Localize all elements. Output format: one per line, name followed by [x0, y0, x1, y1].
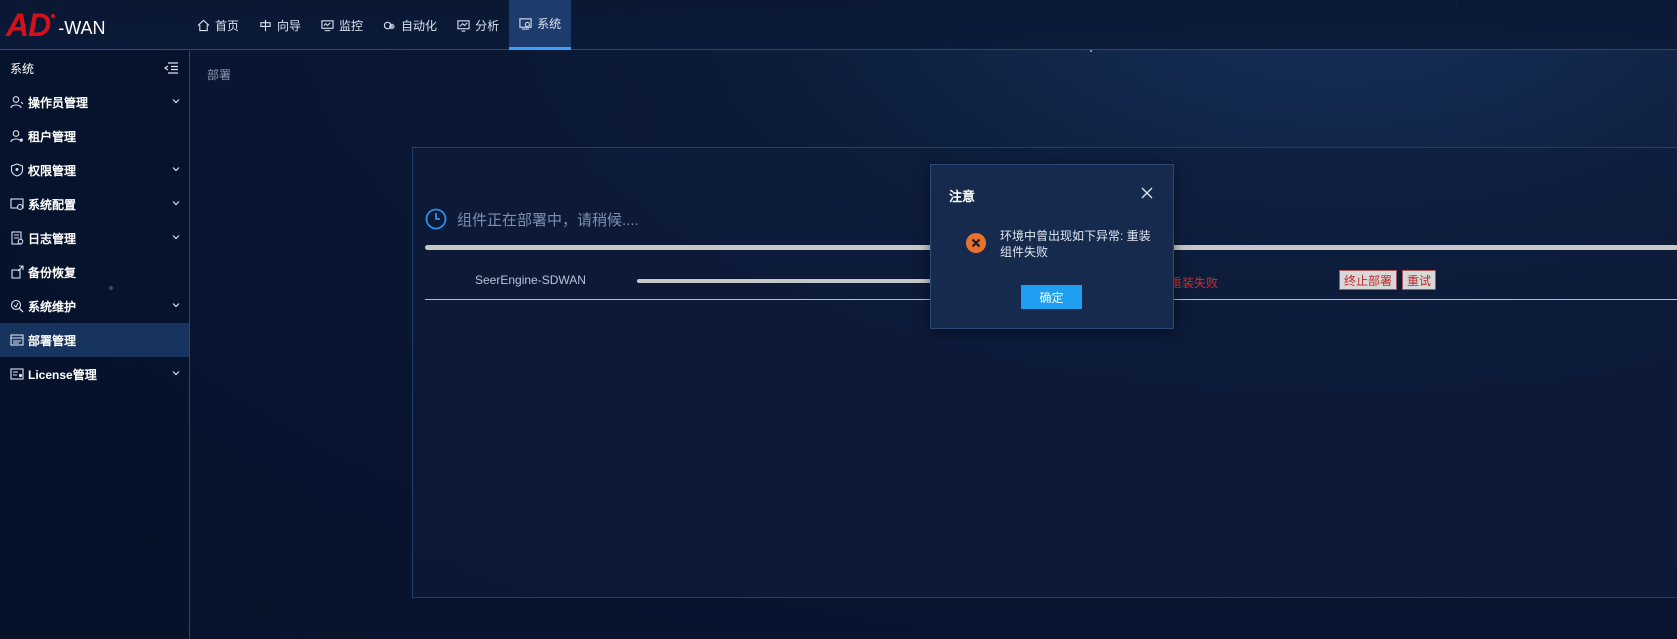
chevron-down-icon — [171, 368, 181, 378]
component-name: SeerEngine-SDWAN — [475, 273, 586, 287]
sidebar-item-log[interactable]: 日志管理 — [0, 221, 189, 255]
nav-item-guide[interactable]: 向导 — [249, 0, 311, 50]
breadcrumb: 部署 — [207, 68, 232, 82]
nav-item-monitor[interactable]: 监控 — [311, 0, 373, 50]
permission-icon — [10, 163, 24, 177]
alert-dialog: 注意 环境中曾出现如下异常: 重装组件失败 确定 — [930, 164, 1174, 329]
logo-dot — [51, 14, 56, 18]
sidebar-item-maintenance[interactable]: 系统维护 — [0, 289, 189, 323]
automation-icon — [383, 19, 396, 32]
sidebar-header: 系统 — [0, 51, 189, 85]
ok-button[interactable]: 确定 — [1021, 285, 1082, 309]
component-progress-bar — [637, 279, 937, 283]
dialog-message: 环境中曾出现如下异常: 重装组件失败 — [1000, 229, 1151, 259]
analysis-icon — [457, 19, 470, 32]
sidebar-item-permission[interactable]: 权限管理 — [0, 153, 189, 187]
close-icon[interactable] — [1141, 187, 1153, 199]
sidebar-item-config[interactable]: 系统配置 — [0, 187, 189, 221]
nav-label: 系统 — [537, 17, 562, 31]
sidebar-item-label: 租户管理 — [28, 129, 77, 144]
clock-icon — [425, 208, 447, 230]
nav-item-analysis[interactable]: 分析 — [447, 0, 509, 50]
tenant-icon — [10, 129, 24, 143]
error-icon — [966, 233, 986, 253]
nav-label: 监控 — [339, 18, 364, 33]
sidebar-item-label: 操作员管理 — [28, 95, 89, 110]
chevron-down-icon — [171, 232, 181, 242]
deploy-status-text: 组件正在部署中，请稍候.... — [457, 211, 639, 229]
app-logo: AD -WAN — [6, 6, 106, 44]
main-nav: 首页 向导 监控 自动化 分析 系统 — [187, 0, 572, 50]
top-navigation-bar: AD -WAN 首页 向导 监控 自动化 分析 系统 — [0, 0, 1677, 50]
logo-brand: AD — [6, 6, 51, 43]
sidebar-item-label: 部署管理 — [28, 333, 77, 348]
logo-product: -WAN — [58, 17, 106, 38]
sidebar-item-backup[interactable]: 备份恢复 — [0, 255, 189, 289]
config-icon — [10, 197, 24, 211]
sidebar: 系统 操作员管理 租户管理 权限管理 系统配置 日志管理 备份恢复 系统维护 部… — [0, 51, 190, 639]
operator-icon — [10, 95, 24, 109]
guide-icon — [259, 19, 272, 32]
retry-button[interactable]: 重试 — [1402, 270, 1437, 290]
stop-deploy-button[interactable]: 终止部署 — [1339, 270, 1398, 290]
collapse-menu-icon[interactable] — [163, 61, 179, 75]
sidebar-item-label: 系统配置 — [28, 197, 77, 212]
log-icon — [10, 231, 24, 245]
sidebar-item-operator[interactable]: 操作员管理 — [0, 85, 189, 119]
deploy-icon — [10, 333, 24, 347]
sidebar-item-label: 系统维护 — [28, 299, 77, 314]
sidebar-item-label: 日志管理 — [28, 231, 77, 246]
maintenance-icon — [10, 299, 24, 313]
sidebar-item-label: License管理 — [28, 367, 97, 382]
sidebar-item-label: 备份恢复 — [28, 265, 77, 280]
dialog-title: 注意 — [949, 189, 976, 204]
backup-icon — [10, 265, 24, 279]
nav-label: 首页 — [215, 18, 240, 33]
background-star — [1090, 50, 1092, 52]
sidebar-item-label: 权限管理 — [28, 163, 77, 178]
component-status: 重装失败 — [1170, 276, 1219, 290]
sidebar-title: 系统 — [10, 61, 35, 76]
nav-label: 自动化 — [401, 18, 438, 33]
sidebar-item-license[interactable]: License管理 — [0, 357, 189, 391]
system-icon — [519, 17, 532, 30]
monitor-icon — [321, 19, 334, 32]
nav-item-home[interactable]: 首页 — [187, 0, 249, 50]
chevron-down-icon — [171, 300, 181, 310]
license-icon — [10, 367, 24, 381]
chevron-down-icon — [171, 164, 181, 174]
nav-item-automation[interactable]: 自动化 — [373, 0, 447, 50]
deploy-status: 组件正在部署中，请稍候.... — [425, 208, 639, 230]
chevron-down-icon — [171, 96, 181, 106]
home-icon — [197, 19, 210, 32]
nav-item-system[interactable]: 系统 — [509, 0, 572, 50]
nav-label: 向导 — [277, 18, 302, 33]
sidebar-item-tenant[interactable]: 租户管理 — [0, 119, 189, 153]
nav-label: 分析 — [475, 18, 500, 33]
sidebar-item-deploy[interactable]: 部署管理 — [0, 323, 189, 357]
chevron-down-icon — [171, 198, 181, 208]
